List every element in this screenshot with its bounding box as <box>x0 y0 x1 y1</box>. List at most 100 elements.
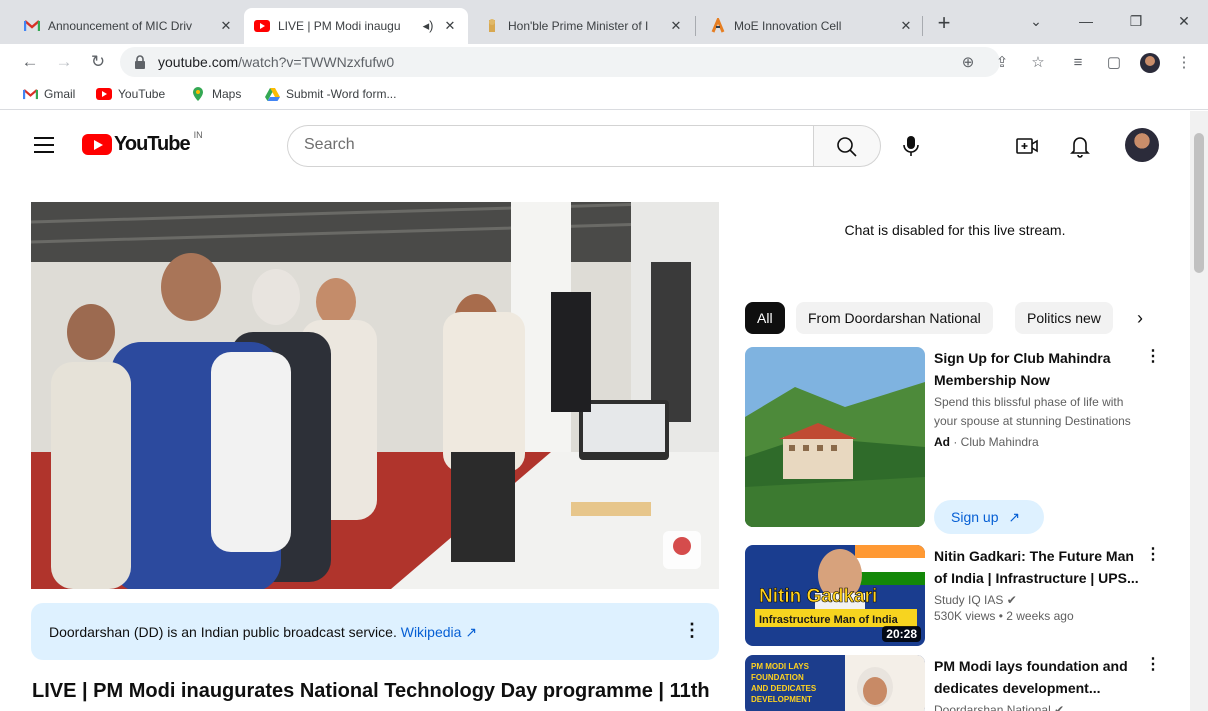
video-title-small[interactable]: PM Modi lays foundation and dedicates dev… <box>934 655 1139 699</box>
share-icon[interactable]: ⇪ <box>992 53 1012 73</box>
profile-avatar-icon[interactable] <box>1140 53 1160 73</box>
bookmark-label: Gmail <box>44 87 76 101</box>
youtube-icon <box>96 87 112 101</box>
close-icon[interactable]: ✕ <box>668 18 684 34</box>
information-panel: Doordarshan (DD) is an Indian public bro… <box>31 603 719 660</box>
close-icon[interactable]: ✕ <box>218 18 234 34</box>
scrollbar-thumb[interactable] <box>1194 133 1204 273</box>
ad-title-line-1: Sign Up for Club Mahindra <box>934 350 1111 366</box>
restore-button[interactable]: ❐ <box>1116 6 1156 36</box>
install-app-icon[interactable]: ⊕ <box>958 53 978 73</box>
video-frame-image <box>31 202 719 589</box>
more-options-icon[interactable]: ⋮ <box>1145 349 1161 365</box>
thumbnail-text-1: Nitin Gadkari <box>759 586 877 607</box>
channel-name[interactable]: Doordarshan National <box>934 703 1051 711</box>
bookmark-gmail[interactable]: Gmail <box>22 87 75 101</box>
open-external-icon: ↗ <box>1008 509 1021 525</box>
bookmark-label: Maps <box>212 87 242 101</box>
more-options-icon[interactable]: ⋮ <box>683 621 701 639</box>
more-options-icon[interactable]: ⋮ <box>1145 657 1161 673</box>
gmail-icon <box>24 18 40 34</box>
video-title-small[interactable]: Nitin Gadkari: The Future Man of India | … <box>934 545 1139 589</box>
lock-icon <box>134 55 146 69</box>
video-stats: 530K views • 2 weeks ago <box>934 609 1074 623</box>
side-panel-icon[interactable]: ▢ <box>1104 53 1124 73</box>
ad-channel: Club Mahindra <box>960 435 1039 449</box>
microphone-icon[interactable] <box>896 131 926 161</box>
chip-from-doordarshan[interactable]: From Doordarshan National <box>796 302 993 334</box>
url-path: /watch?v=TWWNzxfufw0 <box>238 54 395 70</box>
bookmark-label: Submit -Word form... <box>286 87 397 101</box>
ad-thumbnail[interactable] <box>745 347 925 527</box>
youtube-logo[interactable]: YouTube IN <box>82 129 203 156</box>
chat-disabled-message: Chat is disabled for this live stream. <box>844 222 1066 238</box>
close-icon[interactable]: ✕ <box>898 18 914 34</box>
wikipedia-link-label: Wikipedia <box>400 624 462 640</box>
ad-meta: Sign Up for Club Mahindra Membership Now … <box>934 347 1139 449</box>
tab-moe-innovation[interactable]: MoE Innovation Cell ✕ <box>700 8 924 44</box>
ad-title[interactable]: Sign Up for Club Mahindra Membership Now <box>934 347 1139 391</box>
channel-line: Study IQ IAS ✔ <box>934 593 1139 607</box>
close-window-button[interactable]: ✕ <box>1164 6 1204 36</box>
tab-title: Hon'ble Prime Minister of I <box>508 19 649 33</box>
chip-all[interactable]: All <box>745 302 785 334</box>
channel-watermark-icon <box>663 531 701 569</box>
star-icon[interactable]: ☆ <box>1028 53 1048 73</box>
ad-description: Spend this blissful phase of life with y… <box>934 395 1131 428</box>
search-box <box>287 125 813 167</box>
bookmark-submit-word-form[interactable]: Submit -Word form... <box>264 87 396 101</box>
back-arrow-icon[interactable]: ← <box>18 50 42 74</box>
sign-up-button[interactable]: Sign up ↗ <box>934 500 1044 534</box>
thumbnail-text-line: PM MODI LAYS <box>751 662 810 671</box>
ad-card-club-mahindra[interactable]: Sign Up for Club Mahindra Membership Now … <box>745 347 1165 537</box>
menu-dots-icon[interactable]: ⋮ <box>1174 53 1194 73</box>
page-scrollbar[interactable] <box>1190 111 1208 711</box>
more-options-icon[interactable]: ⋮ <box>1145 547 1161 563</box>
channel-line: Doordarshan National ✔ <box>934 703 1139 711</box>
tab-separator <box>922 16 923 36</box>
notifications-bell-icon[interactable] <box>1067 133 1093 159</box>
video-player[interactable] <box>31 202 719 589</box>
youtube-icon <box>254 18 270 34</box>
thumbnail-text-line: DEVELOPMENT <box>751 695 812 704</box>
filter-chips: All From Doordarshan National Politics n… <box>745 302 1160 334</box>
gmail-icon <box>22 87 38 101</box>
tab-prime-minister[interactable]: Hon'ble Prime Minister of I ✕ <box>474 8 694 44</box>
browser-tabstrip: Announcement of MIC Driv ✕ LIVE | PM Mod… <box>0 0 1208 44</box>
bookmark-youtube[interactable]: YouTube <box>96 87 165 101</box>
account-avatar[interactable] <box>1125 128 1159 162</box>
minimize-button[interactable]: — <box>1066 6 1106 36</box>
close-icon[interactable]: ✕ <box>442 18 458 34</box>
tab-title: LIVE | PM Modi inaugu <box>278 19 401 33</box>
search-button[interactable] <box>813 125 881 167</box>
wikipedia-link[interactable]: Wikipedia ↗ <box>401 624 477 640</box>
video-title-line-1: Nitin Gadkari: The Future Man <box>934 548 1134 564</box>
address-bar[interactable]: youtube.com/watch?v=TWWNzxfufw0 <box>120 47 1000 77</box>
video-thumbnail[interactable]: PM MODI LAYS FOUNDATION AND DEDICATES DE… <box>745 655 925 711</box>
video-title-line-1: PM Modi lays foundation and <box>934 658 1128 674</box>
url-text: youtube.com/watch?v=TWWNzxfufw0 <box>158 54 394 70</box>
forward-arrow-icon[interactable]: → <box>52 50 76 74</box>
reload-icon[interactable]: ↻ <box>86 50 110 74</box>
hamburger-menu-icon[interactable] <box>34 137 54 153</box>
create-video-icon[interactable] <box>1014 133 1040 159</box>
bookmark-maps[interactable]: Maps <box>190 87 241 101</box>
video-card-nitin-gadkari[interactable]: Nitin Gadkari Infrastructure Man of Indi… <box>745 545 1165 646</box>
tab-announcement[interactable]: Announcement of MIC Driv ✕ <box>14 8 244 44</box>
chip-politics-news[interactable]: Politics new <box>1015 302 1113 334</box>
chevron-down-icon[interactable]: ⌄ <box>1016 6 1056 36</box>
video-thumbnail[interactable]: Nitin Gadkari Infrastructure Man of Indi… <box>745 545 925 646</box>
country-code: IN <box>193 129 203 140</box>
tab-youtube-live[interactable]: LIVE | PM Modi inaugu ◂) ✕ <box>244 8 468 44</box>
channel-name[interactable]: Study IQ IAS <box>934 593 1003 607</box>
drive-icon <box>264 87 280 101</box>
info-panel-description: Doordarshan (DD) is an Indian public bro… <box>49 624 397 640</box>
search-input[interactable] <box>304 136 784 154</box>
new-tab-button[interactable]: + <box>930 10 958 38</box>
tab-title: Announcement of MIC Driv <box>48 19 193 33</box>
speaker-icon[interactable]: ◂) <box>420 18 436 34</box>
sign-up-label: Sign up <box>951 509 999 525</box>
reading-list-icon[interactable]: ≡ <box>1068 53 1088 73</box>
chevron-right-icon[interactable]: › <box>1128 306 1152 330</box>
video-card-pm-modi-foundation[interactable]: PM MODI LAYS FOUNDATION AND DEDICATES DE… <box>745 655 1165 711</box>
